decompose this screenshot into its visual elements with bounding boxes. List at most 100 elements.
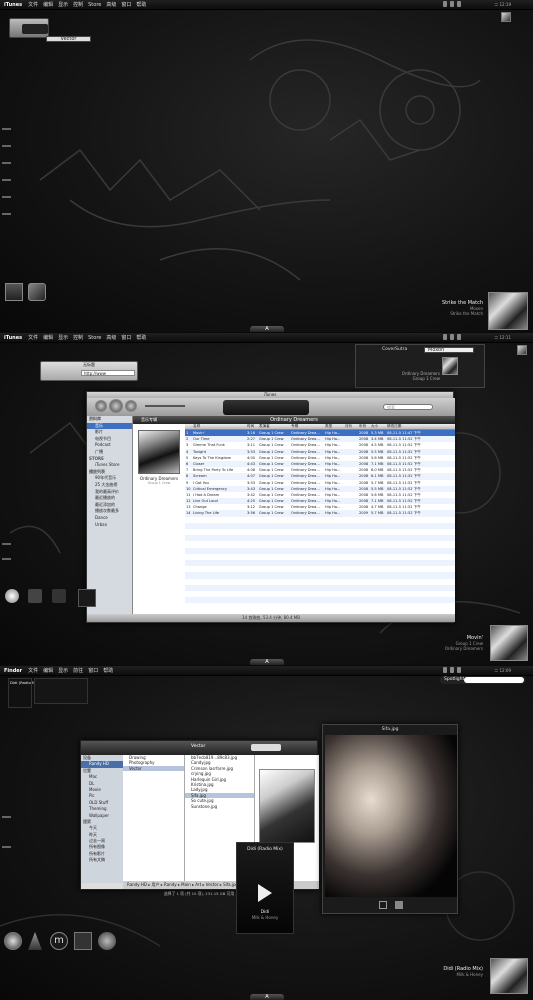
menu-file[interactable]: 文件 [28,667,38,674]
sidebar-item[interactable]: 最近添加的 [87,502,132,509]
menu-go[interactable]: 前往 [73,667,83,674]
dock-vlc-icon[interactable] [28,932,42,950]
spotlight-bar[interactable]: Spotlight [440,676,526,684]
sidebar-item[interactable]: 音乐 [87,422,132,430]
now-playing-cover[interactable] [490,625,528,661]
menu-help[interactable]: 帮助 [136,334,146,341]
coversutra-panel[interactable]: CoverSutra Moxon Ordinary Dreamers Group… [355,344,485,388]
dock-itunes-icon[interactable] [74,932,92,950]
app-menu[interactable]: iTunes [4,2,22,8]
sidebar-item[interactable]: Podcast [87,442,132,449]
sidebar-item[interactable]: 25 大金曲榜 [87,482,132,489]
file-item[interactable]: Vector [123,765,184,772]
menu-view[interactable]: 显示 [58,334,68,341]
column-header[interactable] [185,424,192,429]
status-icon[interactable] [450,334,454,340]
column-header[interactable]: 大小 [370,424,386,429]
dock-app-icon[interactable] [28,589,42,603]
menu-clock[interactable]: 二 12:09 [494,668,511,674]
itunes-mini-player[interactable] [9,18,49,38]
sidebar-item[interactable]: 所有文稿 [81,857,123,863]
sidebar-item[interactable]: Urban [87,522,132,529]
preview-image[interactable] [259,769,315,843]
app-menu[interactable]: Finder [4,668,22,674]
dock-dvd-icon[interactable] [4,932,22,950]
menu-file[interactable]: 文件 [28,334,38,341]
mini-search-field[interactable]: Vector [46,36,91,42]
table-row[interactable]: 14 Living The Life 3:56 Group 1 Crew Ordinar… [185,510,455,517]
sidebar-item[interactable]: 90年代音乐 [87,475,132,482]
sidebar-item[interactable]: 影片 [87,429,132,436]
coversutra-cover[interactable] [442,357,458,375]
status-icon[interactable] [450,667,454,673]
menu-help[interactable]: 帮助 [136,1,146,8]
menu-window[interactable]: 窗口 [121,1,131,8]
status-icon[interactable] [457,1,461,7]
volume-slider[interactable] [145,405,185,407]
column-header[interactable]: 表演者 [258,424,290,429]
dock-tab[interactable]: A [250,326,284,332]
dock-app-icon[interactable] [28,283,46,301]
sidebar-item[interactable]: 我的最高评价 [87,489,132,496]
sidebar-item[interactable]: Dance [87,515,132,522]
menu-advanced[interactable]: 高级 [106,1,116,8]
dock-disk-icon[interactable] [5,589,19,603]
menu-help[interactable]: 帮助 [103,667,113,674]
column-header[interactable]: 时间 [246,424,258,429]
status-icon[interactable] [457,667,461,673]
column-header[interactable]: 类型 [324,424,344,429]
sidebar-item[interactable]: iTunes Store [87,462,132,469]
url-field[interactable]: http://www [81,370,135,376]
mini-player-controls[interactable] [34,678,88,704]
coversutra-search[interactable]: Moxon [424,347,474,353]
dock-stack-icon[interactable] [5,283,23,301]
sidebar-item[interactable]: 最近播放的 [87,495,132,502]
status-icon[interactable] [443,667,447,673]
finder-search[interactable] [251,744,281,751]
next-button[interactable] [125,400,137,412]
column-header[interactable]: 专辑 [290,424,324,429]
menu-store[interactable]: Store [88,335,101,341]
play-icon[interactable] [258,884,272,902]
sidebar-item[interactable]: 播放次数最多 [87,508,132,515]
menu-file[interactable]: 文件 [28,1,38,8]
dock-app-icon[interactable]: m [50,932,68,950]
file-item[interactable]: Sunstone.jpg [185,804,254,809]
itunes-search[interactable]: 搜索 [383,404,433,410]
status-icon[interactable] [443,334,447,340]
album-cover[interactable] [138,430,180,474]
menu-view[interactable]: 显示 [58,667,68,674]
previous-button[interactable] [95,400,107,412]
menu-advanced[interactable]: 高级 [106,334,116,341]
sidebar-item[interactable]: 电视节目 [87,436,132,443]
fullscreen-icon[interactable] [379,901,387,909]
column-header[interactable]: 评价 [344,424,358,429]
column-header[interactable]: 修改日期 [386,424,455,429]
spotlight-field[interactable] [464,677,524,683]
dock-app-icon[interactable] [78,589,96,607]
menu-clock[interactable]: 二 12:11 [494,335,511,341]
mini-player-widget[interactable]: Didi (Radio Mix) [8,678,40,708]
column-header[interactable]: 名称 [192,424,246,429]
dock-tab[interactable]: A [250,994,284,1000]
column-header[interactable]: 年份 [358,424,370,429]
menu-window[interactable]: 窗口 [121,334,131,341]
small-browser-window[interactable]: 无标题 http://www [40,361,138,381]
menu-clock[interactable]: 二 12:19 [494,2,511,8]
dock-umbrella-icon[interactable] [98,932,116,950]
status-icon[interactable] [457,334,461,340]
play-button[interactable] [109,399,123,413]
menu-controls[interactable]: 控制 [73,1,83,8]
status-icon[interactable] [443,1,447,7]
menu-store[interactable]: Store [88,2,101,8]
menu-window[interactable]: 窗口 [88,667,98,674]
dock-tab[interactable]: A [250,659,284,665]
now-playing-cover[interactable] [490,958,528,994]
menu-edit[interactable]: 编辑 [43,1,53,8]
menu-edit[interactable]: 编辑 [43,667,53,674]
now-playing-cover[interactable] [488,292,528,330]
dock-app-icon[interactable] [52,589,66,603]
menu-edit[interactable]: 编辑 [43,334,53,341]
menu-view[interactable]: 显示 [58,1,68,8]
status-icon[interactable] [450,1,454,7]
